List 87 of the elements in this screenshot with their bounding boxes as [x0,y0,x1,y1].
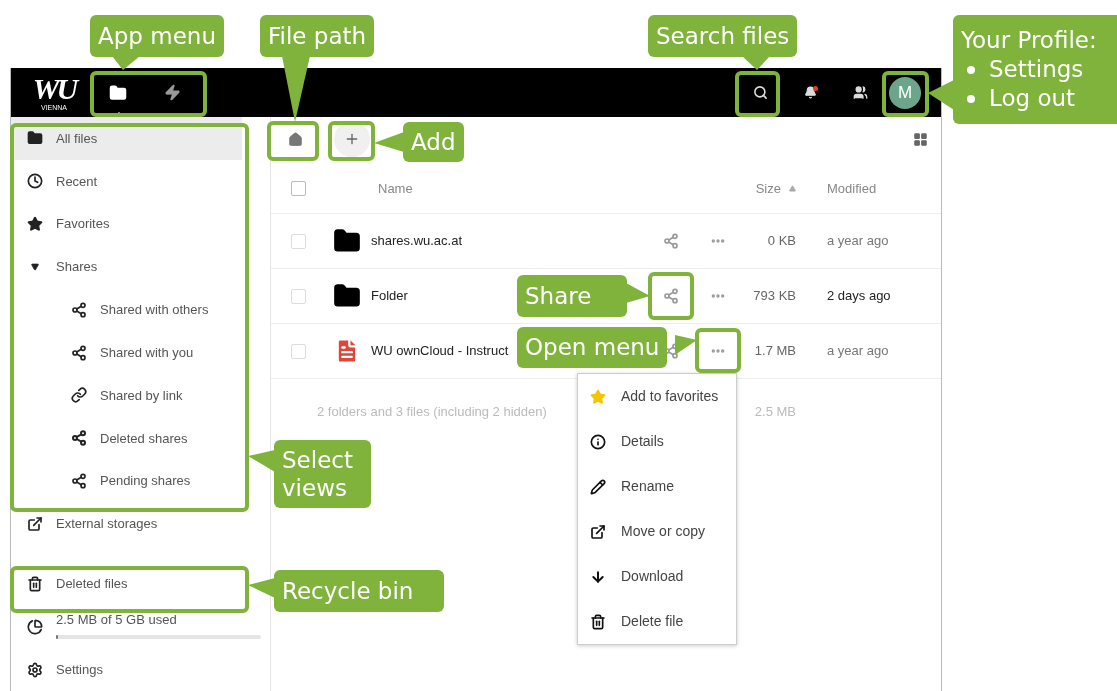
highlight-frame [328,121,375,161]
sidebar-item[interactable]: Settings [11,648,270,691]
column-header[interactable]: Name [378,178,413,199]
callout-text: Add [411,128,456,156]
share-icon [71,430,87,447]
file-name[interactable]: shares.wu.ac.at [371,233,463,249]
home-icon [287,131,303,147]
star-icon [27,216,43,233]
link-icon [71,387,87,404]
sidebar-item[interactable]: Deleted files [27,562,128,606]
info-icon [590,433,606,450]
search-icon [752,85,768,100]
column-header[interactable]: Modified [827,178,877,199]
arrow-down-icon [590,568,606,585]
highlight-frame [695,328,741,373]
lightning-icon [163,84,181,101]
folder-icon [333,227,361,255]
highlight-frame [648,272,694,320]
sidebar-item[interactable]: Deleted shares [71,416,188,460]
highlight-frame [882,71,929,117]
share-icon[interactable] [663,233,679,249]
checkbox[interactable] [291,288,306,304]
column-header[interactable]: Size [755,178,796,199]
callout-bullet: Settings [961,55,1109,84]
file-row[interactable]: shares.wu.ac.at 0 KB a year ago [271,214,941,269]
callout-text: Your Profile: [961,26,1098,55]
sidebar-item[interactable]: Recent [27,159,98,203]
folder-icon [333,282,361,310]
modified-date: a year ago [827,343,889,359]
modified-date: a year ago [827,233,889,249]
checkbox[interactable] [291,343,306,359]
file-size: 793 KB [753,288,796,304]
callout-bullet: Log out [961,84,1109,113]
summary-text: 2 folders and 3 files (including 2 hidden) [317,402,548,421]
quota-text: 2.5 MB of 5 GB used [56,610,178,629]
sidebar-item[interactable]: Shares [27,245,98,289]
modified-date: 2 days ago [827,288,891,304]
people-icon [852,85,868,100]
share-icon [71,473,87,490]
caret-icon [31,262,39,271]
bell-icon [803,86,817,99]
menu-item[interactable]: Delete file [578,599,736,644]
grid-view-icon[interactable] [913,131,928,147]
callout-text: Recycle bin [282,577,415,605]
callout-text: Select views [282,446,354,502]
sidebar-item[interactable]: External storages [27,502,158,546]
file-size: 0 KB [767,233,796,249]
highlight-frame [267,121,319,161]
callout-text: App menu [98,22,216,50]
sort-caret-icon [789,185,796,192]
star-icon [590,388,606,405]
file-name[interactable]: WU ownCloud - Instruct [371,343,509,359]
file-name[interactable]: Folder [371,288,408,304]
sidebar-item[interactable]: Shared by link [71,374,183,417]
file-size: 1.7 MB [754,343,796,359]
callout-text: File path [268,22,367,50]
external-link-icon [590,523,606,540]
external-link-icon [27,516,43,532]
pencil-icon [590,478,606,495]
share-icon [71,301,87,318]
menu-item[interactable]: Rename [578,464,736,509]
menu-item[interactable]: Details [578,419,736,464]
share-icon [71,344,87,361]
callout-text: Search files [656,22,790,50]
plus-icon [344,131,360,147]
checkbox[interactable] [291,233,306,249]
menu-item[interactable]: Move or copy [578,509,736,554]
trash-icon [590,613,606,630]
sidebar-item[interactable]: Pending shares [71,459,191,503]
sidebar-item[interactable]: Favorites [27,202,110,246]
callout-pointer [675,335,697,355]
share-icon[interactable] [663,288,679,304]
settings-icon [27,661,43,678]
folder-icon [109,83,127,102]
folder-icon [27,130,43,147]
sidebar-item[interactable]: Shared with you [71,331,194,375]
checkbox[interactable] [291,181,306,196]
menu-item[interactable]: Download [578,554,736,599]
quota-icon [27,618,43,635]
clock-icon [27,173,43,190]
callout-text: Open menu [525,333,660,361]
callout-text: Share [525,282,593,310]
trash-icon [27,575,43,592]
logo: WU [32,73,76,104]
sidebar-item[interactable]: Shared with others [71,288,209,332]
summary-size: 2.5 MB [754,402,796,421]
highlight-frame [735,71,780,117]
